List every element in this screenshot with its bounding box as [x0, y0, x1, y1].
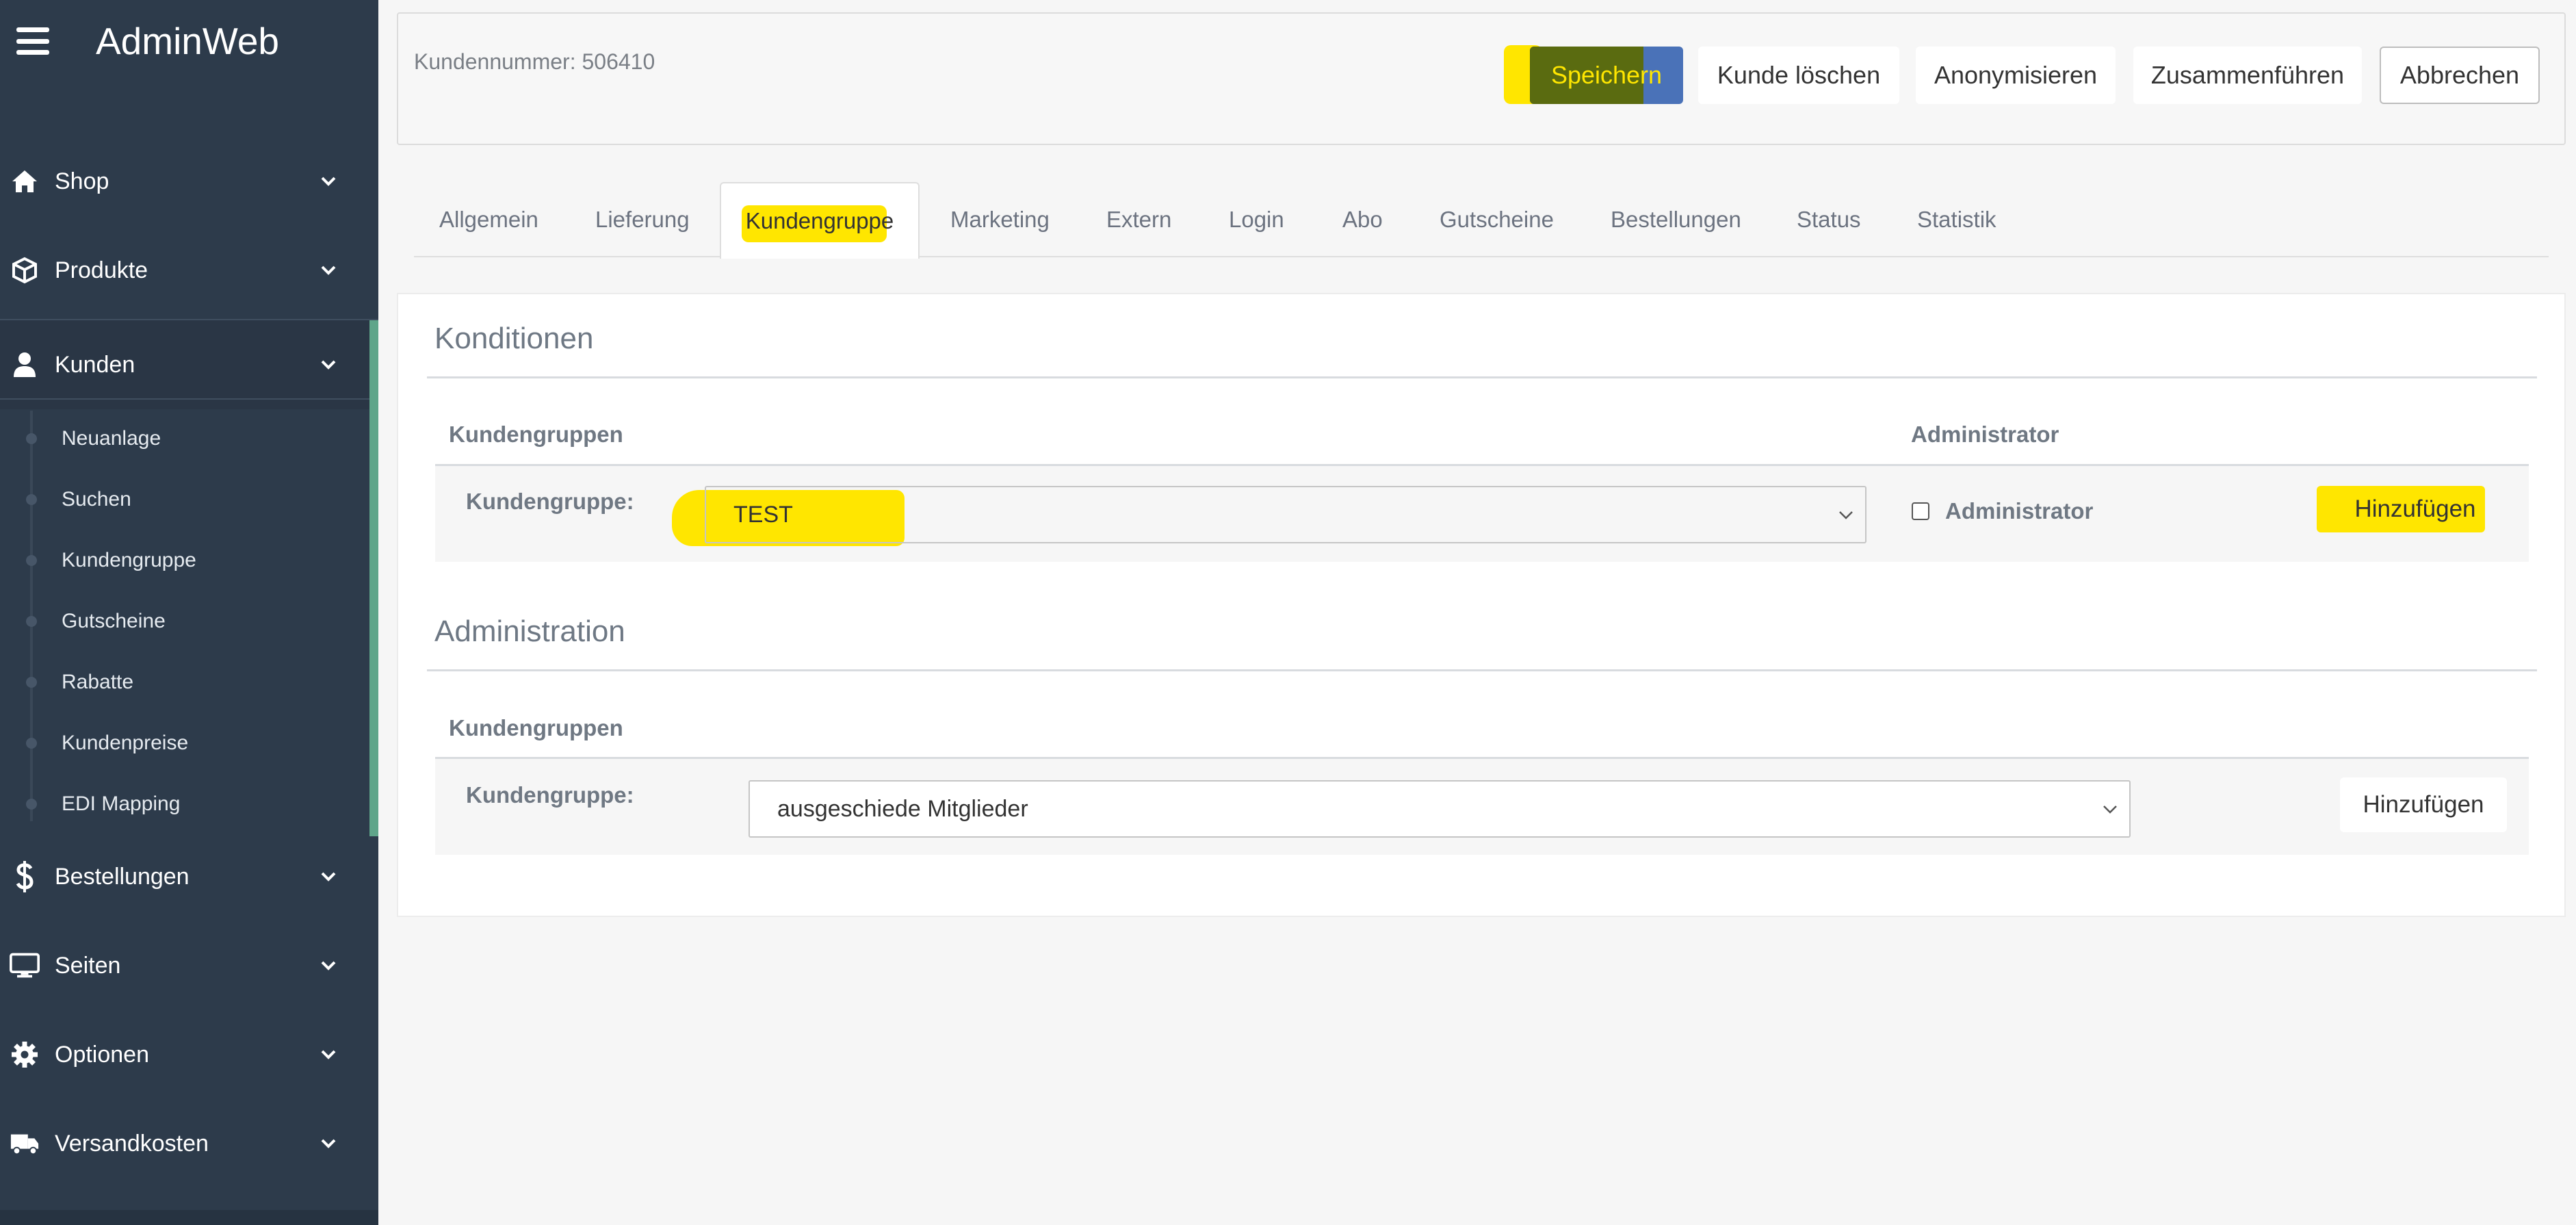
sidebar-item-label: Kunden: [55, 351, 135, 378]
submenu-label: Rabatte: [62, 671, 134, 693]
delete-customer-button[interactable]: Kunde löschen: [1698, 47, 1899, 104]
save-button-label: Speichern: [1550, 61, 1663, 89]
kundengruppe-select[interactable]: TEST: [705, 486, 1866, 543]
submenu-item-edi-mapping[interactable]: EDI Mapping: [0, 780, 369, 828]
dollar-icon: [10, 861, 40, 892]
sidebar-item-label: Versandkosten: [55, 1130, 209, 1157]
sidebar-item-kunden[interactable]: Kunden: [0, 320, 378, 409]
submenu-label: Gutscheine: [62, 610, 166, 632]
submenu-label: Neuanlage: [62, 427, 161, 450]
submenu-item-kundengruppe[interactable]: Kundengruppe: [0, 537, 369, 584]
select-value: TEST: [733, 502, 793, 528]
section-divider: [427, 376, 2537, 378]
merge-button[interactable]: Zusammenführen: [2133, 47, 2362, 104]
column-header-kundengruppen: Kundengruppen: [449, 422, 623, 447]
bullet: [26, 799, 37, 810]
row-label-kundengruppe: Kundengruppe:: [466, 489, 634, 514]
section-title-administration: Administration: [434, 615, 625, 648]
bullet: [26, 738, 37, 749]
tab-abo[interactable]: Abo: [1342, 182, 1383, 257]
submenu-item-suchen[interactable]: Suchen: [0, 476, 369, 524]
add-button-label: Hinzufügen: [2354, 495, 2476, 522]
administrator-checkbox[interactable]: [1912, 502, 1929, 520]
chevron-down-icon: [321, 1139, 336, 1148]
tab-statistik[interactable]: Statistik: [1917, 182, 1996, 257]
tab-status[interactable]: Status: [1797, 182, 1861, 257]
tab-kundengruppe[interactable]: Kundengruppe: [720, 182, 920, 259]
tab-label: Kundengruppe: [745, 208, 894, 233]
app-title: AdminWeb: [96, 20, 279, 62]
section-title-konditionen: Konditionen: [434, 322, 594, 355]
sidebar: AdminWeb Shop Produkte Kunden Neuanlage …: [0, 0, 378, 1225]
tab-marketing[interactable]: Marketing: [950, 182, 1050, 257]
sidebar-item-optionen[interactable]: Optionen: [0, 1010, 378, 1099]
save-button[interactable]: Speichern: [1530, 47, 1683, 104]
column-header-kundengruppen: Kundengruppen: [449, 715, 623, 740]
chevron-down-icon: [1839, 511, 1853, 519]
tab-bestellungen[interactable]: Bestellungen: [1611, 182, 1741, 257]
submenu-label: Suchen: [62, 488, 131, 511]
cancel-button[interactable]: Abbrechen: [2380, 47, 2540, 104]
user-icon: [10, 350, 40, 380]
section-divider: [427, 669, 2537, 671]
chevron-down-icon: [321, 360, 336, 370]
administration-kundengruppe-select[interactable]: ausgeschiede Mitglieder: [749, 780, 2131, 838]
active-section-indicator: [369, 320, 378, 836]
tab-allgemein[interactable]: Allgemein: [439, 182, 538, 257]
anonymize-button[interactable]: Anonymisieren: [1916, 47, 2116, 104]
monitor-icon: [10, 951, 40, 981]
sidebar-item-versandkosten[interactable]: Versandkosten: [0, 1099, 378, 1188]
sidebar-item-bestellungen[interactable]: Bestellungen: [0, 832, 378, 921]
bullet: [26, 616, 37, 627]
brand-bar: AdminWeb: [0, 0, 378, 82]
tab-login[interactable]: Login: [1229, 182, 1284, 257]
sidebar-item-produkte[interactable]: Produkte: [0, 226, 378, 315]
home-icon: [10, 166, 40, 196]
chevron-down-icon: [321, 961, 336, 970]
bullet: [26, 677, 37, 688]
sidebar-footer: [0, 1210, 378, 1225]
submenu-item-neuanlage[interactable]: Neuanlage: [0, 415, 369, 463]
submenu-label: Kundenpreise: [62, 732, 189, 754]
sidebar-item-label: Seiten: [55, 952, 121, 979]
bullet: [26, 494, 37, 505]
administrator-checkbox-label: Administrator: [1945, 498, 2094, 524]
row-label-kundengruppe: Kundengruppe:: [466, 782, 634, 808]
chevron-down-icon: [321, 872, 336, 881]
sidebar-item-seiten[interactable]: Seiten: [0, 921, 378, 1010]
truck-icon: [10, 1129, 40, 1159]
submenu-label: Kundengruppe: [62, 549, 196, 571]
tab-gutscheine[interactable]: Gutscheine: [1440, 182, 1554, 257]
submenu-item-gutscheine[interactable]: Gutscheine: [0, 597, 369, 645]
chevron-down-icon: [321, 1050, 336, 1059]
submenu-item-kundenpreise[interactable]: Kundenpreise: [0, 719, 369, 767]
add-button-label: Hinzufügen: [2363, 791, 2484, 818]
chevron-down-icon: [321, 266, 336, 275]
sidebar-item-label: Produkte: [55, 257, 148, 283]
sidebar-item-shop[interactable]: Shop: [0, 137, 378, 226]
select-value: ausgeschiede Mitglieder: [777, 796, 1028, 822]
divider: [0, 398, 378, 400]
submenu-label: EDI Mapping: [62, 792, 181, 815]
column-header-administrator: Administrator: [1911, 422, 2059, 447]
hamburger-menu-icon[interactable]: [16, 27, 49, 55]
submenu-item-rabatte[interactable]: Rabatte: [0, 658, 369, 706]
sidebar-item-label: Bestellungen: [55, 863, 190, 890]
customer-number: Kundennummer: 506410: [414, 49, 655, 74]
gear-icon: [10, 1040, 40, 1070]
sidebar-item-label: Shop: [55, 168, 109, 194]
add-kundengruppe-button[interactable]: Hinzufügen: [2321, 482, 2510, 537]
add-administration-button[interactable]: Hinzufügen: [2340, 777, 2507, 832]
chevron-down-icon: [2103, 805, 2117, 814]
bullet: [26, 555, 37, 566]
sidebar-item-label: Optionen: [55, 1041, 149, 1068]
chevron-down-icon: [321, 177, 336, 186]
cube-icon: [10, 255, 40, 285]
tab-lieferung[interactable]: Lieferung: [595, 182, 690, 257]
tab-extern[interactable]: Extern: [1106, 182, 1171, 257]
bullet: [26, 433, 37, 444]
